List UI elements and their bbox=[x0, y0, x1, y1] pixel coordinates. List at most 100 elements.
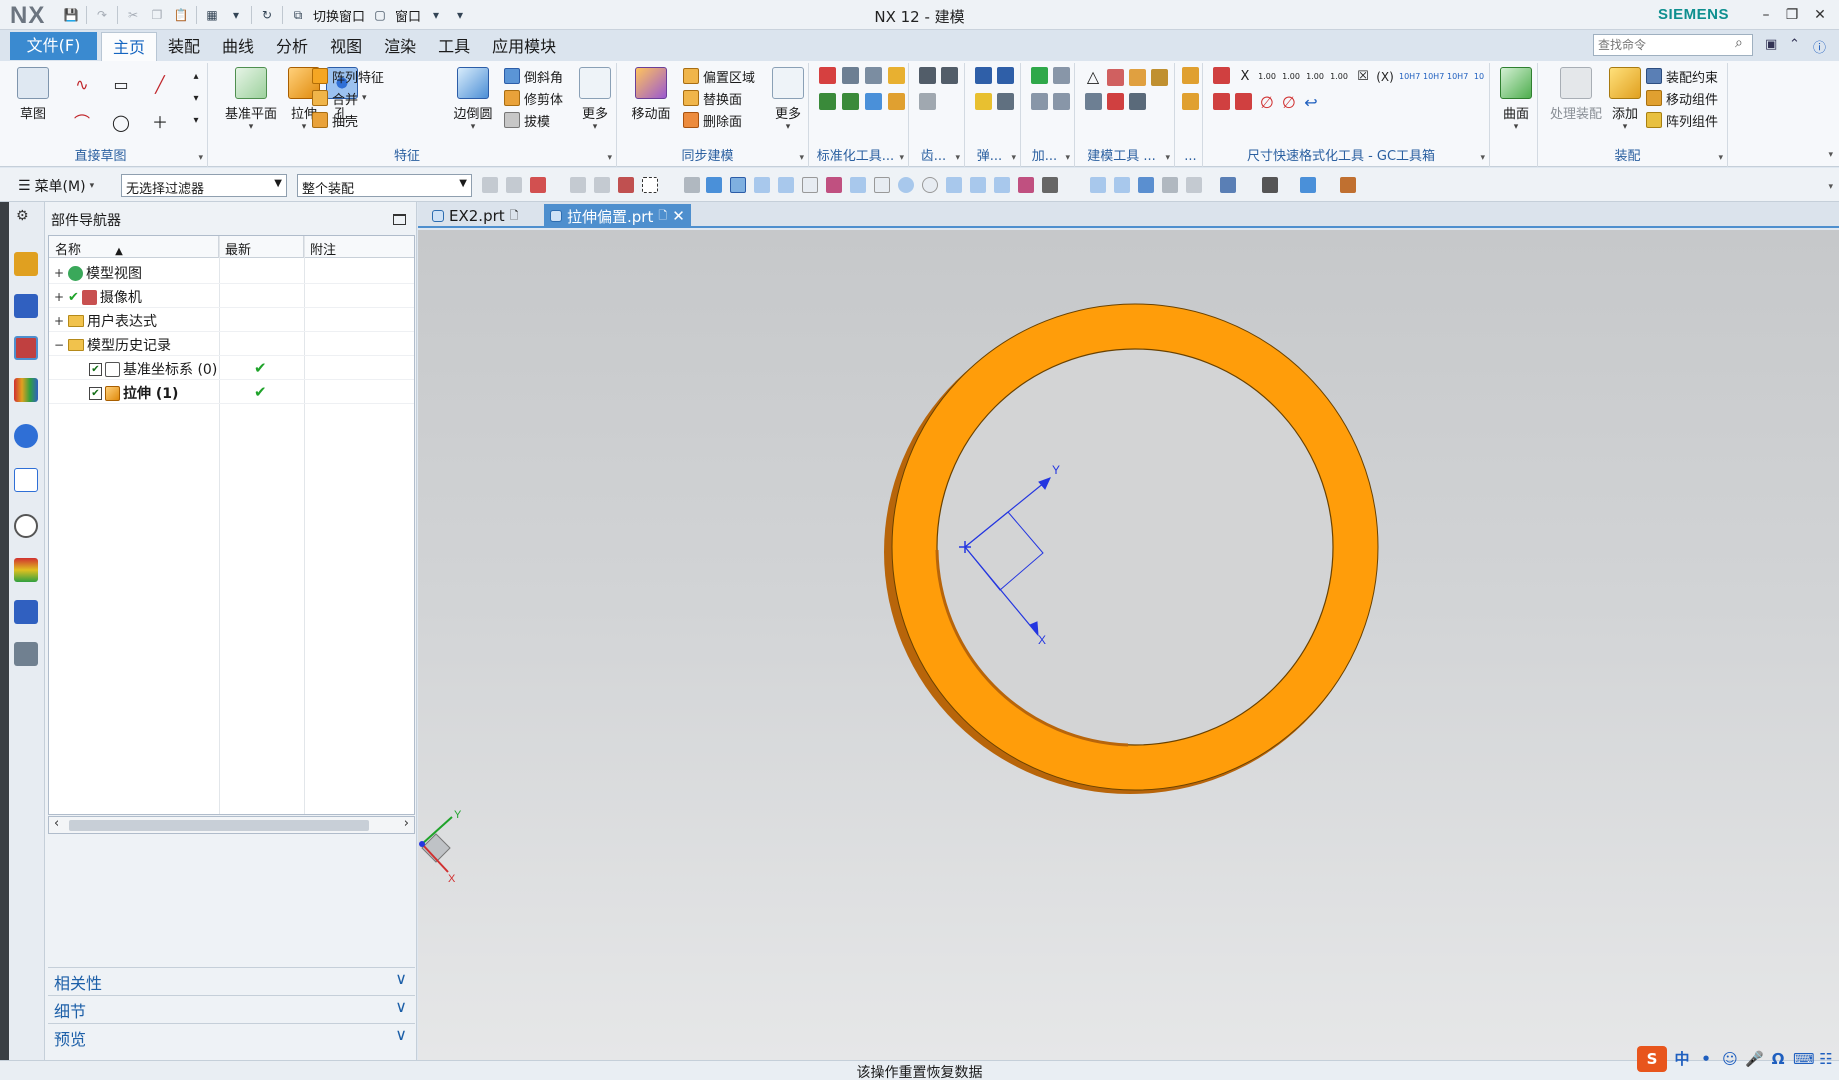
doc-tab-extrude-offset[interactable]: 拉伸偏置.prt 🗋 ✕ bbox=[544, 204, 691, 228]
snap-spline-icon[interactable] bbox=[826, 177, 842, 193]
paste-icon[interactable]: 📋 bbox=[172, 6, 190, 24]
select-body-icon[interactable] bbox=[594, 177, 610, 193]
cylinder-spring-icon[interactable] bbox=[975, 67, 992, 84]
collapse-ribbon-icon[interactable]: ⌃ bbox=[1789, 37, 1800, 52]
ribbon-options-icon[interactable]: ▣ bbox=[1765, 37, 1777, 52]
tab-home[interactable]: 主页 bbox=[101, 32, 158, 61]
orient-view-icon[interactable] bbox=[1300, 177, 1316, 193]
ime-emoji-icon[interactable]: ☺ bbox=[1721, 1050, 1739, 1068]
restore-button[interactable]: ❐ bbox=[1781, 4, 1803, 26]
chevron-down-icon[interactable]: ▾ bbox=[427, 6, 445, 24]
datum-plane-button[interactable]: 基准平面 ▾ bbox=[220, 67, 282, 132]
scroll-up-icon[interactable]: ▴ bbox=[186, 67, 206, 87]
type-filter-select[interactable]: 无选择过滤器 ▼ bbox=[121, 174, 287, 197]
shell-button[interactable]: 抽壳 bbox=[312, 109, 358, 131]
horizontal-scrollbar[interactable]: ‹ › bbox=[48, 816, 415, 834]
cut-icon[interactable]: ✂ bbox=[124, 6, 142, 24]
settings-icon[interactable]: ⚙ bbox=[16, 208, 32, 224]
fit-icon[interactable]: 10 bbox=[1469, 67, 1489, 87]
keyboard-icon[interactable]: ⌨ bbox=[1793, 1050, 1815, 1068]
machining-icon[interactable] bbox=[1053, 67, 1070, 84]
pattern-component-button[interactable]: 阵列组件 bbox=[1646, 109, 1718, 131]
close-button[interactable]: ✕ bbox=[1809, 4, 1831, 26]
expand-icon[interactable]: + bbox=[53, 314, 65, 328]
view-fit-icon[interactable] bbox=[1090, 177, 1106, 193]
selection-scope-select[interactable]: 整个装配 ▼ bbox=[297, 174, 472, 197]
collapse-icon[interactable]: − bbox=[53, 338, 65, 352]
switch-window-icon[interactable]: ⧉ bbox=[289, 6, 307, 24]
snap-quadrant-icon[interactable] bbox=[922, 177, 938, 193]
group-options-icon[interactable]: ▾ bbox=[1718, 153, 1723, 163]
table-icon[interactable] bbox=[1085, 93, 1102, 110]
column-header-notes[interactable]: 附注 bbox=[304, 236, 414, 258]
graphics-window[interactable]: Y X Y X bbox=[418, 230, 1839, 1060]
repeat-command-icon[interactable]: ↻ bbox=[258, 6, 276, 24]
rectangle-select-icon[interactable] bbox=[642, 177, 658, 193]
replace-face-button[interactable]: 替换面 bbox=[683, 87, 742, 109]
edge-blend-button[interactable]: 边倒圆 ▾ bbox=[448, 67, 498, 132]
tree-row-model-views[interactable]: + 模型视图 bbox=[49, 260, 414, 284]
redo-icon[interactable]: ↷ bbox=[93, 6, 111, 24]
fit-h7-3-icon[interactable]: 10H7 bbox=[1447, 67, 1468, 87]
drawing-icon[interactable] bbox=[1107, 93, 1124, 110]
column-header-name[interactable]: 名称 ▲ bbox=[49, 236, 219, 258]
misc-tool-icon[interactable] bbox=[1182, 67, 1199, 84]
doc-tab-ex2[interactable]: EX2.prt 🗋 bbox=[426, 204, 525, 228]
rectangle-icon[interactable]: ▭ bbox=[111, 75, 131, 95]
feature-more-button[interactable]: 更多 ▾ bbox=[578, 67, 612, 132]
visibility-checkbox[interactable]: ✔ bbox=[89, 362, 102, 376]
info-icon[interactable] bbox=[14, 424, 38, 448]
tolerance-format-2-icon[interactable]: 1.00 bbox=[1281, 67, 1301, 87]
group-options-icon[interactable]: ▾ bbox=[1065, 153, 1070, 163]
ime-logo-icon[interactable]: S bbox=[1637, 1046, 1667, 1072]
snap-intersection-icon[interactable] bbox=[874, 177, 890, 193]
ime-symbol-icon[interactable]: Ω bbox=[1769, 1050, 1787, 1068]
line-icon[interactable]: ╱ bbox=[150, 75, 170, 95]
ribbon-options-icon[interactable]: ▾ bbox=[1828, 150, 1833, 160]
pan-icon[interactable] bbox=[1162, 177, 1178, 193]
toolbar-options-icon[interactable]: ▾ bbox=[1828, 182, 1833, 197]
pattern-feature-button[interactable]: 阵列特征 bbox=[312, 65, 384, 87]
dropdown-icon[interactable]: ▾ bbox=[227, 6, 245, 24]
bevel-gear-icon[interactable] bbox=[941, 67, 958, 84]
snap-midpoint-icon[interactable] bbox=[778, 177, 794, 193]
ime-chinese-icon[interactable]: 中 bbox=[1673, 1050, 1691, 1068]
point-icon[interactable]: ＋ bbox=[150, 113, 170, 133]
layout-icon[interactable]: ▦ bbox=[203, 6, 221, 24]
assembly-constraint-button[interactable]: 装配约束 bbox=[1646, 65, 1718, 87]
ime-punctuation-icon[interactable]: • bbox=[1697, 1050, 1715, 1068]
part-navigator-icon[interactable] bbox=[14, 336, 38, 360]
switch-window-button[interactable]: 切换窗口 bbox=[313, 6, 365, 25]
snap-arc-icon[interactable] bbox=[850, 177, 866, 193]
snap-line-icon[interactable] bbox=[754, 177, 770, 193]
tooling-icon[interactable] bbox=[1031, 93, 1048, 110]
copy-icon[interactable]: ❐ bbox=[148, 6, 166, 24]
scroll-left-icon[interactable]: ‹ bbox=[54, 816, 59, 831]
panel-details[interactable]: 细节 ∨ bbox=[48, 995, 415, 1021]
clear-format-icon[interactable]: X bbox=[1235, 67, 1255, 87]
column-header-latest[interactable]: 最新 bbox=[219, 236, 304, 258]
customize-icon[interactable]: ▾ bbox=[451, 6, 469, 24]
move-face-button[interactable]: 移动面 bbox=[629, 67, 673, 122]
scrollbar-thumb[interactable] bbox=[69, 820, 369, 831]
diameter-icon[interactable] bbox=[1235, 93, 1252, 110]
select-feature-icon[interactable] bbox=[530, 177, 546, 193]
help-icon[interactable]: ⓘ bbox=[1813, 37, 1826, 56]
constraint-navigator-icon[interactable] bbox=[14, 294, 38, 318]
tab-render[interactable]: 渲染 bbox=[373, 32, 427, 61]
spring-icon[interactable] bbox=[865, 67, 882, 84]
snap-point-icon[interactable] bbox=[946, 177, 962, 193]
standard-part-icon[interactable] bbox=[819, 67, 836, 84]
tab-applications[interactable]: 应用模块 bbox=[481, 32, 567, 61]
process-assembly-button[interactable]: 处理装配 bbox=[1546, 67, 1606, 122]
minimize-button[interactable]: – bbox=[1755, 4, 1777, 26]
group-options-icon[interactable]: ▾ bbox=[607, 153, 612, 163]
snap-on-curve-icon[interactable] bbox=[970, 177, 986, 193]
feature-library-icon[interactable] bbox=[842, 93, 859, 110]
restore-icon[interactable] bbox=[393, 214, 406, 225]
command-search-input[interactable] bbox=[1593, 34, 1753, 56]
group-options-icon[interactable]: ▾ bbox=[899, 153, 904, 163]
snap-grid-icon[interactable] bbox=[1042, 177, 1058, 193]
panel-dependencies[interactable]: 相关性 ∨ bbox=[48, 967, 415, 993]
tree-row-cameras[interactable]: + ✔ 摄像机 bbox=[49, 284, 414, 308]
